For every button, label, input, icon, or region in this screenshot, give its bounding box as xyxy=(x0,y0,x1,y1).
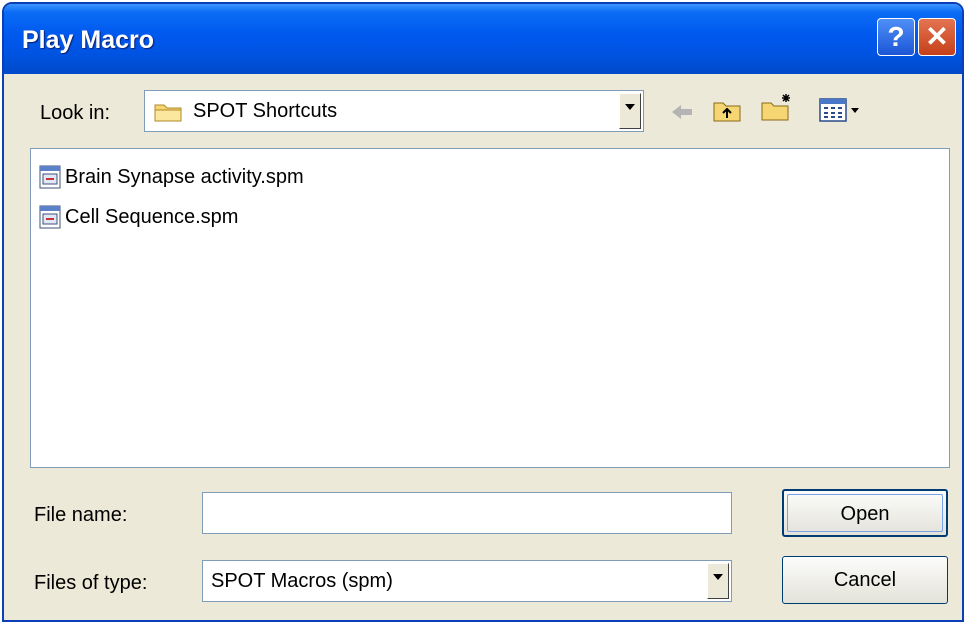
file-name-text: Brain Synapse activity.spm xyxy=(65,165,304,188)
close-button[interactable]: ✕ xyxy=(918,18,956,56)
back-arrow-icon[interactable] xyxy=(668,100,696,124)
folder-icon xyxy=(154,104,182,122)
look-in-value: SPOT Shortcuts xyxy=(193,100,338,122)
open-button[interactable]: Open xyxy=(782,489,948,537)
file-name-input[interactable] xyxy=(202,492,732,534)
up-folder-icon[interactable] xyxy=(712,96,742,124)
file-item-cell-sequence[interactable]: Cell Sequence.spm xyxy=(39,203,238,231)
title-bar[interactable]: Play Macro ? ✕ xyxy=(4,4,962,74)
look-in-dropdown[interactable]: SPOT Shortcuts xyxy=(144,90,644,132)
files-of-type-value: SPOT Macros (spm) xyxy=(211,570,393,592)
files-of-type-dropdown-arrow[interactable] xyxy=(707,563,729,599)
files-of-type-dropdown[interactable]: SPOT Macros (spm) xyxy=(202,560,732,602)
new-folder-icon[interactable] xyxy=(760,92,794,122)
cancel-button[interactable]: Cancel xyxy=(782,556,948,604)
macro-file-icon xyxy=(39,165,61,189)
macro-file-icon xyxy=(39,205,61,229)
window-title: Play Macro xyxy=(22,26,155,54)
look-in-dropdown-arrow[interactable] xyxy=(619,93,641,129)
file-list[interactable]: Brain Synapse activity.spm Cell Sequence… xyxy=(30,148,950,468)
file-name-label: File name: xyxy=(34,504,128,526)
play-macro-dialog: Play Macro ? ✕ Look in: SPOT Shortcuts B… xyxy=(2,2,964,622)
view-menu-icon[interactable] xyxy=(818,96,864,124)
help-button[interactable]: ? xyxy=(877,18,915,56)
file-name-text: Cell Sequence.spm xyxy=(65,205,239,228)
file-item-brain-synapse-activity[interactable]: Brain Synapse activity.spm xyxy=(39,163,304,191)
files-of-type-label: Files of type: xyxy=(34,572,148,594)
look-in-label: Look in: xyxy=(40,102,111,124)
